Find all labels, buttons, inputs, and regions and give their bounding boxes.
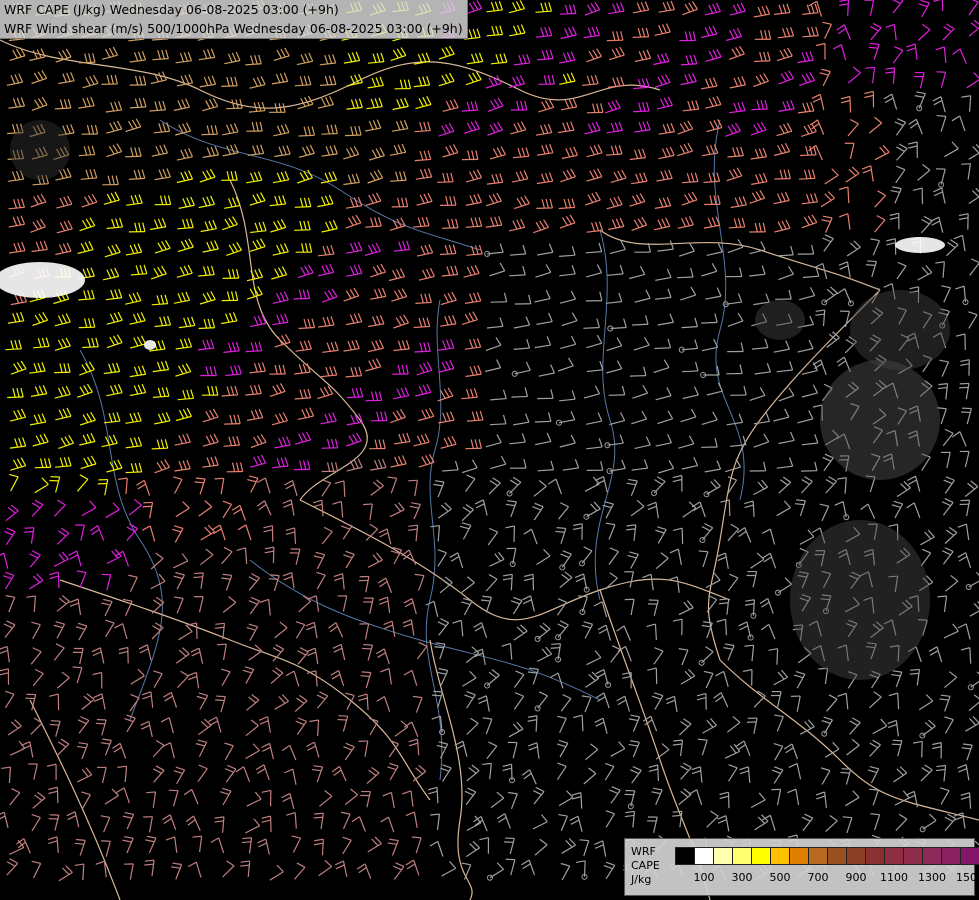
legend-swatch — [846, 847, 866, 865]
legend-label-cape: CAPE — [631, 859, 660, 872]
legend-color-scale — [675, 847, 979, 865]
cloud-patch — [850, 290, 950, 370]
legend-swatch — [827, 847, 847, 865]
legend-tick-label: 300 — [731, 871, 753, 884]
map-title-box: WRF CAPE (J/kg) Wednesday 06-08-2025 03:… — [0, 0, 468, 39]
legend-tick-label: 1100 — [880, 871, 908, 884]
wind-shear-title: WRF Wind shear (m/s) 500/1000hPa Wednesd… — [4, 21, 463, 36]
legend-tick-label: 900 — [845, 871, 867, 884]
legend-swatch — [941, 847, 961, 865]
legend-tick-label: 700 — [807, 871, 829, 884]
legend-swatch — [694, 847, 714, 865]
legend-swatch — [884, 847, 904, 865]
legend-swatch — [789, 847, 809, 865]
legend-tick-label: 500 — [769, 871, 791, 884]
cloud-patch — [820, 360, 940, 480]
legend-swatch — [808, 847, 828, 865]
legend-swatch — [751, 847, 771, 865]
wind-shear-map — [0, 0, 979, 900]
legend-swatch — [922, 847, 942, 865]
legend-swatch — [732, 847, 752, 865]
legend-tick-label: 100 — [693, 871, 715, 884]
cape-legend: WRF CAPE J/kg 100 300 500 700 900 1100 1300 150… — [624, 838, 979, 896]
legend-ticks: 100 300 500 700 900 1100 1300 1500 — [675, 871, 979, 887]
legend-label-wrf: WRF — [631, 845, 656, 858]
legend-swatch — [865, 847, 885, 865]
legend-tick-label: 1500 — [956, 871, 979, 884]
legend-swatch — [903, 847, 923, 865]
legend-label-unit: J/kg — [631, 873, 652, 886]
legend-swatch — [713, 847, 733, 865]
cloud-patch — [895, 237, 945, 253]
cloud-patch — [790, 520, 930, 680]
cloud-patch — [755, 300, 805, 340]
cape-title: WRF CAPE (J/kg) Wednesday 06-08-2025 03:… — [4, 2, 339, 17]
legend-swatch — [675, 847, 695, 865]
legend-tick-label: 1300 — [918, 871, 946, 884]
cloud-patch — [144, 340, 156, 350]
legend-labels: WRF CAPE J/kg — [631, 845, 660, 887]
legend-swatch — [770, 847, 790, 865]
legend-swatch — [960, 847, 979, 865]
cloud-patch — [10, 120, 70, 180]
